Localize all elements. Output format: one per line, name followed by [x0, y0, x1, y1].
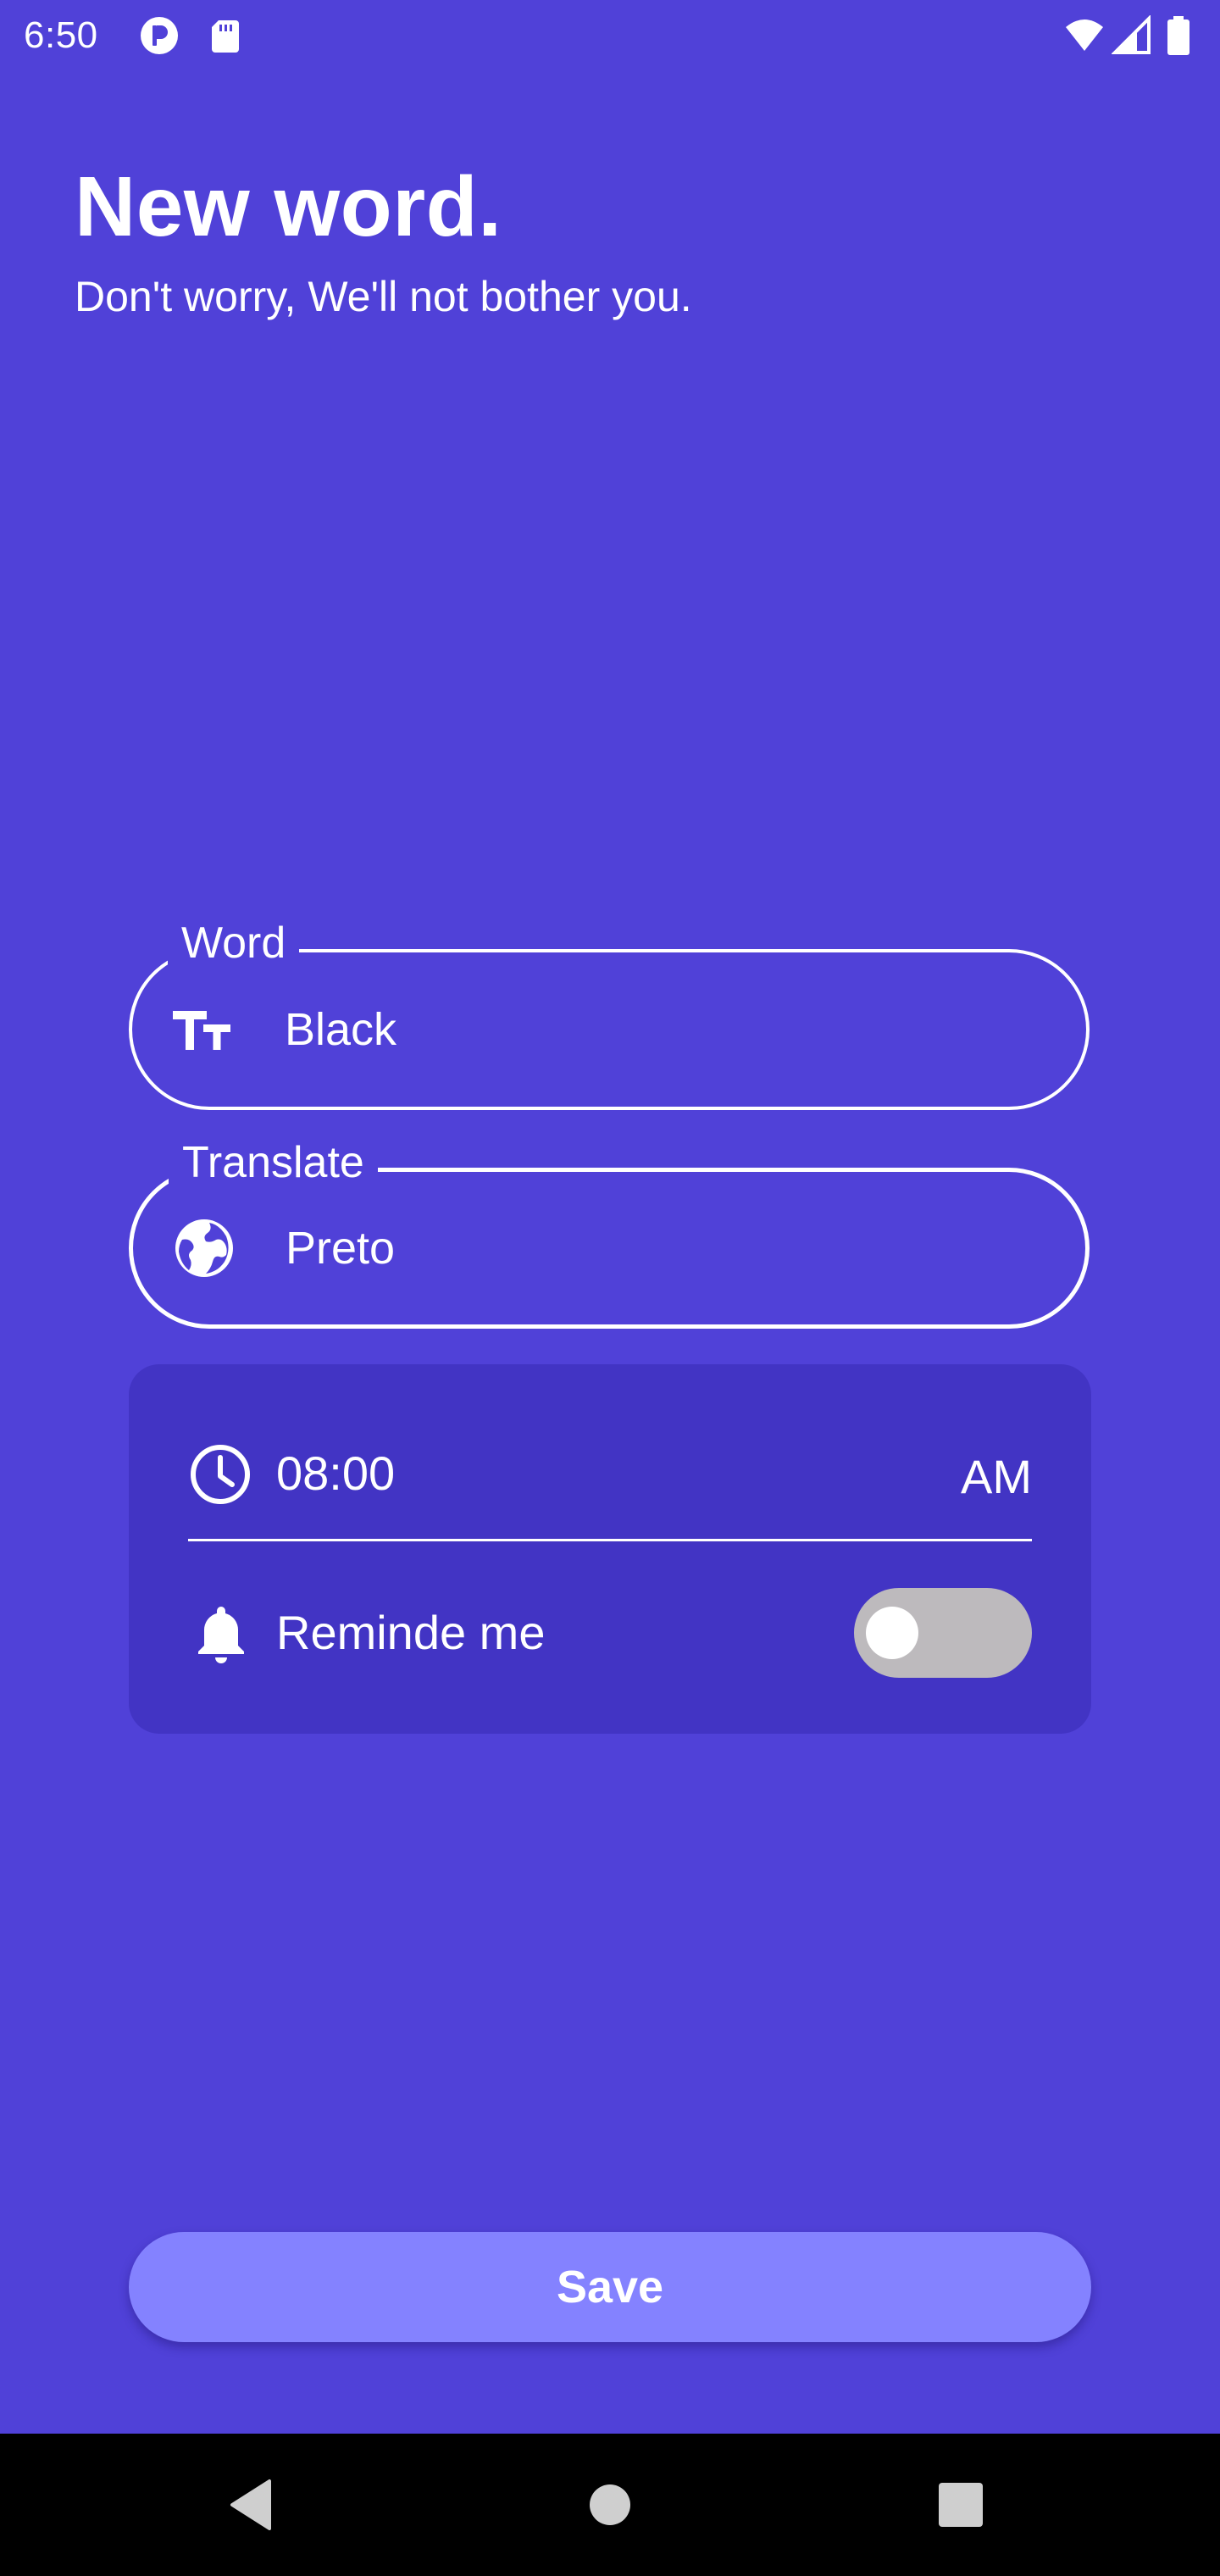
toggle-knob: [866, 1607, 918, 1659]
save-button[interactable]: Save: [129, 2232, 1091, 2342]
remind-me-label: Reminde me: [276, 1606, 546, 1659]
status-bar: 6:50: [0, 0, 1220, 71]
globe-icon: [170, 1214, 238, 1282]
navigation-bar: [0, 2434, 1220, 2576]
word-field[interactable]: Word: [129, 913, 1090, 1110]
translate-input[interactable]: [286, 1219, 1014, 1278]
home-icon[interactable]: [578, 2473, 642, 2537]
status-time: 6:50: [24, 14, 98, 56]
clock-icon: [188, 1442, 252, 1507]
time-value[interactable]: 08:00: [276, 1444, 395, 1503]
time-picker[interactable]: 08:00 AM: [188, 1432, 1032, 1517]
translate-field-label: Translate: [169, 1133, 378, 1192]
back-icon[interactable]: [222, 2473, 286, 2537]
bell-icon: [188, 1600, 254, 1666]
p-app-icon: [139, 15, 180, 56]
battery-icon: [1164, 15, 1193, 56]
text-size-icon: [169, 996, 237, 1063]
new-word-screen: 6:50 New word. Don't worry, We'll not bo…: [0, 0, 1220, 2576]
recents-icon[interactable]: [929, 2473, 993, 2537]
translate-field[interactable]: Translate: [129, 1133, 1090, 1329]
cell-signal-icon: [1112, 15, 1152, 56]
page-title: New word.: [75, 159, 502, 254]
word-field-label: Word: [168, 913, 300, 973]
word-input[interactable]: [285, 1000, 1013, 1059]
time-period[interactable]: AM: [961, 1447, 1032, 1507]
reminder-card: 08:00 AM Reminde me: [129, 1364, 1091, 1734]
wifi-icon: [1064, 15, 1105, 56]
time-divider: [188, 1539, 1032, 1541]
remind-row: Reminde me: [188, 1586, 1032, 1679]
sd-card-icon: [205, 15, 246, 56]
remind-me-toggle[interactable]: [854, 1588, 1032, 1678]
page-subtitle: Don't worry, We'll not bother you.: [75, 273, 692, 320]
